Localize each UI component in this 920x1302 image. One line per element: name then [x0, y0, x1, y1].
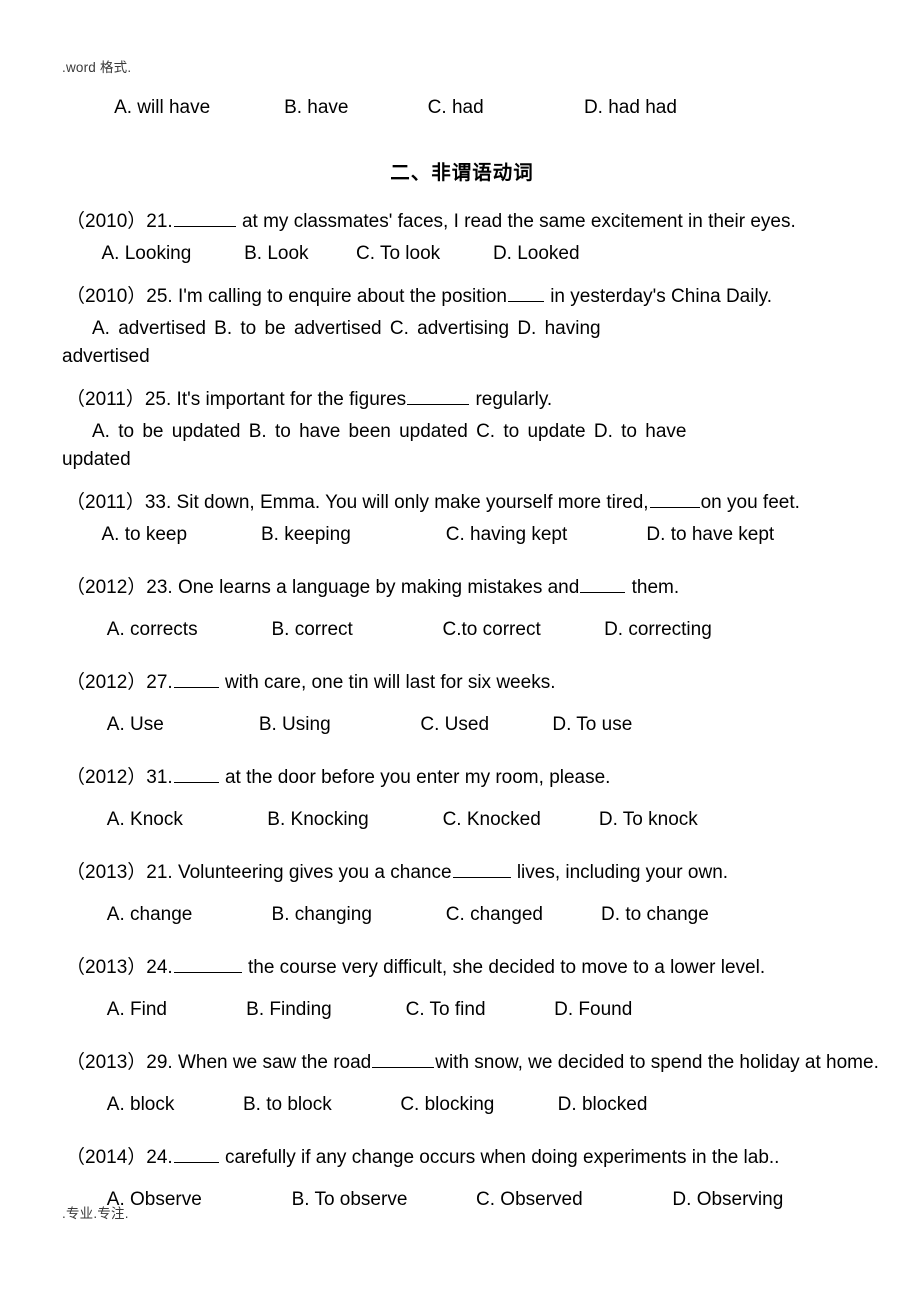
- stem-text-after: them.: [631, 577, 680, 598]
- answer-blank[interactable]: [507, 286, 544, 302]
- question-options[interactable]: A. to be updated B. to have been updated…: [62, 418, 862, 446]
- question-options[interactable]: A. to keep B. keeping C. having kept D. …: [62, 521, 862, 549]
- stem-text-after: with care, one tin will last for six wee…: [224, 672, 556, 693]
- question-item: （2011）25. It's important for the figures…: [62, 386, 862, 474]
- answer-blank[interactable]: [580, 577, 626, 593]
- question-stem: （2010）21. at my classmates' faces, I rea…: [62, 208, 862, 236]
- question-stem: （2012）23. One learns a language by makin…: [62, 574, 862, 602]
- answer-blank[interactable]: [173, 767, 219, 783]
- question-stem: （2010）25. I'm calling to enquire about t…: [62, 283, 862, 311]
- stem-text-after: at the door before you enter my room, pl…: [224, 767, 611, 788]
- question-options[interactable]: A. Observe B. To observe C. Observed D. …: [62, 1186, 862, 1214]
- question-item: （2013）21. Volunteering gives you a chanc…: [62, 859, 862, 929]
- question-item: （2014）24. carefully if any change occurs…: [62, 1144, 862, 1214]
- stem-text-after: lives, including your own.: [516, 862, 729, 883]
- stem-text-after: on you feet.: [700, 492, 800, 513]
- question-item: （2012）27. with care, one tin will last f…: [62, 669, 862, 739]
- answer-blank[interactable]: [649, 492, 700, 508]
- question-options[interactable]: A. Looking B. Look C. To look D. Looked: [62, 240, 862, 268]
- stem-text-after: the course very difficult, she decided t…: [247, 957, 766, 978]
- question-options-wrap[interactable]: advertised: [62, 343, 862, 371]
- question-options[interactable]: A. Knock B. Knocking C. Knocked D. To kn…: [62, 806, 862, 834]
- question-options[interactable]: A. advertised B. to be advertised C. adv…: [62, 315, 862, 343]
- question-stem: （2013）29. When we saw the road with snow,…: [62, 1049, 879, 1077]
- answer-blank[interactable]: [452, 862, 511, 878]
- question-options[interactable]: A. block B. to block C. blocking D. bloc…: [62, 1091, 862, 1119]
- question-item: （2013）29. When we saw the road with snow,…: [62, 1049, 879, 1119]
- stem-text-before: （2013）21. Volunteering gives you a chanc…: [66, 862, 452, 883]
- stem-text-before: （2014）24.: [66, 1147, 173, 1168]
- question-stem: （2012）31. at the door before you enter m…: [62, 764, 862, 792]
- question-stem: （2013）24. the course very difficult, she…: [62, 954, 862, 982]
- question-options[interactable]: A. Use B. Using C. Used D. To use: [62, 711, 862, 739]
- stem-text-after: in yesterday's China Daily.: [550, 286, 773, 307]
- stem-text-before: （2012）31.: [66, 767, 173, 788]
- question-options[interactable]: A. Find B. Finding C. To find D. Found: [62, 996, 862, 1024]
- stem-text-before: （2010）21.: [66, 211, 173, 232]
- question-item: （2011）33. Sit down, Emma. You will only …: [62, 489, 862, 549]
- section-heading: 二、非谓语动词: [390, 162, 534, 184]
- question-stem: （2011）25. It's important for the figures…: [62, 386, 862, 414]
- question-item: （2010）21. at my classmates' faces, I rea…: [62, 208, 862, 268]
- stem-text-before: （2013）29. When we saw the road: [66, 1052, 372, 1073]
- running-header: .word 格式.: [62, 60, 132, 75]
- question-stem: （2013）21. Volunteering gives you a chanc…: [62, 859, 862, 887]
- stem-text-before: （2011）33. Sit down, Emma. You will only …: [66, 492, 649, 513]
- answer-blank[interactable]: [372, 1052, 435, 1068]
- document-page: .word 格式. A. will have B. have C. had D.…: [0, 0, 920, 1302]
- stem-text-after: regularly.: [475, 389, 553, 410]
- stem-text-after: at my classmates' faces, I read the same…: [241, 211, 796, 232]
- answer-blank[interactable]: [173, 672, 219, 688]
- running-footer: .专业.专注.: [62, 1206, 129, 1221]
- question-item: （2013）24. the course very difficult, she…: [62, 954, 862, 1024]
- question-item: （2012）31. at the door before you enter m…: [62, 764, 862, 834]
- stem-text-before: （2012）23. One learns a language by makin…: [66, 577, 580, 598]
- answer-blank[interactable]: [407, 389, 470, 405]
- question-options[interactable]: A. corrects B. correct C.to correct D. c…: [62, 616, 862, 644]
- document-body: A. will have B. have C. had D. had had 二…: [62, 96, 879, 1214]
- stem-text-after: with snow, we decided to spend the holid…: [435, 1052, 879, 1073]
- question-item: （2012）23. One learns a language by makin…: [62, 574, 862, 644]
- answer-blank[interactable]: [173, 1147, 219, 1163]
- question-item: （2010）25. I'm calling to enquire about t…: [62, 283, 862, 371]
- stem-text-before: （2011）25. It's important for the figures: [66, 389, 407, 410]
- question-options-wrap[interactable]: updated: [62, 446, 862, 474]
- stem-text-before: （2013）24.: [66, 957, 173, 978]
- question-options[interactable]: A. change B. changing C. changed D. to c…: [62, 901, 862, 929]
- stem-text-before: （2012）27.: [66, 672, 173, 693]
- question-stem: （2011）33. Sit down, Emma. You will only …: [62, 489, 862, 517]
- stem-text-after: carefully if any change occurs when doin…: [224, 1147, 780, 1168]
- answer-blank[interactable]: [173, 957, 242, 973]
- question-stem: （2012）27. with care, one tin will last f…: [62, 669, 862, 697]
- answer-blank[interactable]: [173, 211, 236, 227]
- previous-question-options: A. will have B. have C. had D. had had: [94, 97, 677, 118]
- question-stem: （2014）24. carefully if any change occurs…: [62, 1144, 862, 1172]
- stem-text-before: （2010）25. I'm calling to enquire about t…: [66, 286, 507, 307]
